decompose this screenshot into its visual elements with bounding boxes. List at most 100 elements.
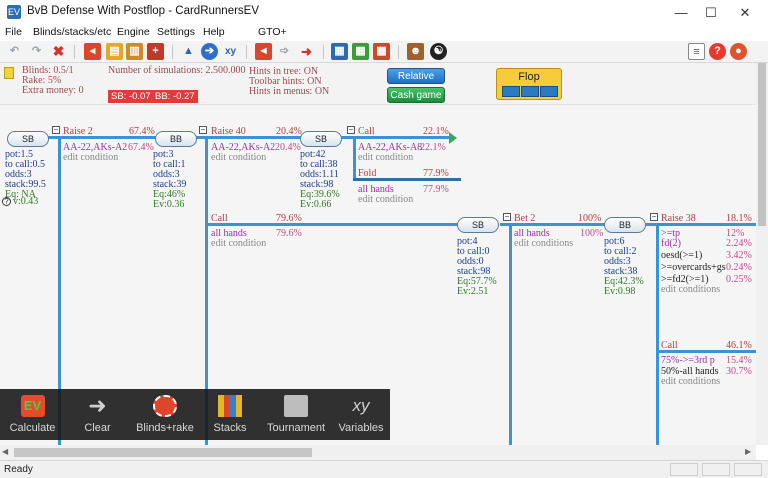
vertical-scroll-thumb[interactable]: [758, 63, 766, 226]
sb-ev-badge: SB: -0.07: [108, 90, 154, 103]
menu-blinds[interactable]: Blinds/stacks/etc: [33, 26, 111, 38]
tree-node-bb[interactable]: BB: [155, 131, 197, 147]
matrix-icon[interactable]: ▦: [373, 43, 390, 60]
minimize-button[interactable]: —: [664, 0, 698, 25]
variables-button[interactable]: xy Variables: [332, 389, 390, 440]
horizontal-scroll-thumb[interactable]: [14, 448, 312, 457]
arrow-icon: ➜: [88, 393, 107, 418]
calculate-button[interactable]: EV Calculate: [0, 389, 65, 440]
undo-icon[interactable]: ↶: [6, 43, 23, 60]
redo-icon[interactable]: ↷: [28, 43, 45, 60]
edit-conditions-link[interactable]: edit conditions: [661, 285, 720, 295]
extra-money-text[interactable]: Extra money: 0: [22, 85, 84, 97]
action-percent: 20.4%: [276, 126, 302, 137]
chart-icon[interactable]: ▲: [180, 43, 197, 60]
edit-condition-link[interactable]: edit condition: [211, 239, 266, 249]
collapse-toggle[interactable]: −: [199, 126, 207, 134]
bb-ev-badge: BB: -0.27: [152, 90, 198, 103]
yin-yang-icon[interactable]: ☯: [430, 43, 447, 60]
condition-percent: 0.24%: [726, 262, 752, 273]
action-percent: 22.1%: [423, 126, 449, 137]
hints-menus[interactable]: Hints in menus: ON: [249, 86, 329, 98]
range-icon[interactable]: ▦: [331, 43, 348, 60]
next-icon[interactable]: ➜: [298, 43, 315, 60]
collapse-toggle[interactable]: −: [52, 126, 60, 134]
go-icon[interactable]: ➔: [201, 43, 218, 60]
node-left-icon[interactable]: ◂: [84, 43, 101, 60]
people-icon[interactable]: ☻: [407, 43, 424, 60]
edit-condition-link[interactable]: edit condition: [211, 153, 266, 163]
gto-icon[interactable]: ●: [730, 43, 747, 60]
flop-card-slot[interactable]: [540, 86, 558, 97]
expand-arrow-icon[interactable]: [449, 132, 457, 144]
cash-game-button[interactable]: Cash game: [387, 87, 445, 103]
tree-node-sb[interactable]: SB: [7, 131, 49, 147]
maximize-button[interactable]: ☐: [694, 0, 728, 25]
paste-icon[interactable]: ▥: [126, 43, 143, 60]
tournament-icon: [284, 395, 308, 417]
edit-condition-link[interactable]: edit condition: [358, 153, 413, 163]
menu-file[interactable]: File: [5, 26, 22, 38]
collapse-toggle[interactable]: −: [503, 213, 511, 221]
scroll-left-icon[interactable]: ◀: [2, 447, 8, 456]
blinds-rake-button[interactable]: Blinds+rake: [130, 389, 200, 440]
action-label[interactable]: Raise 38: [661, 214, 696, 224]
tree-node-bb[interactable]: BB: [604, 217, 646, 233]
collapse-toggle[interactable]: −: [347, 126, 355, 134]
edit-condition-link[interactable]: edit condition: [63, 153, 118, 163]
range-percent: 100%: [580, 228, 604, 239]
close-button[interactable]: ✕: [728, 0, 762, 25]
prev-icon[interactable]: ◄: [255, 43, 272, 60]
action-percent: 77.9%: [423, 168, 449, 179]
menu-settings[interactable]: Settings: [157, 26, 195, 38]
hand-condition[interactable]: >=overcards+gs: [661, 263, 726, 273]
range-percent: 77.9%: [423, 184, 449, 195]
stacks-button[interactable]: Stacks: [200, 389, 260, 440]
relative-button[interactable]: Relative: [387, 68, 445, 84]
hand-condition[interactable]: oesd(>=1): [661, 251, 702, 261]
action-label[interactable]: Call: [211, 214, 228, 224]
status-panel: [702, 463, 730, 476]
condition-percent: 15.4%: [726, 355, 752, 366]
help-icon[interactable]: ?: [709, 43, 726, 60]
tree-node-sb[interactable]: SB: [300, 131, 342, 147]
next-gray-icon[interactable]: ➩: [276, 43, 293, 60]
variables-label: Variables: [338, 422, 384, 434]
menu-engine[interactable]: Engine: [117, 26, 150, 38]
menu-gto[interactable]: GTO+: [258, 26, 287, 38]
action-label[interactable]: Fold: [358, 169, 376, 179]
node-ev: Ev:0.36: [153, 199, 185, 210]
hand-condition[interactable]: fd(2): [661, 239, 681, 249]
edit-condition-link[interactable]: edit condition: [358, 195, 413, 205]
node-ev: Ev:0.98: [604, 286, 636, 297]
simulations-text[interactable]: Number of simulations: 2.500.000: [108, 65, 246, 77]
action-label[interactable]: Call: [661, 341, 678, 351]
edit-conditions-link[interactable]: edit conditions: [661, 377, 720, 387]
xy-tool-icon[interactable]: xy: [222, 43, 239, 60]
node-copy-icon[interactable]: ▤: [106, 43, 123, 60]
tree-node-sb[interactable]: SB: [457, 217, 499, 233]
hand-condition[interactable]: 75%->=3rd p: [661, 356, 715, 366]
edit-condition-link[interactable]: edit conditions: [514, 239, 573, 249]
grid-icon[interactable]: ▦: [352, 43, 369, 60]
flop-card-slot[interactable]: [502, 86, 520, 97]
delete-icon[interactable]: ✖: [50, 43, 67, 60]
chip-icon: [153, 395, 177, 417]
flop-card-slot[interactable]: [521, 86, 539, 97]
tournament-button[interactable]: Tournament: [260, 389, 332, 440]
flop-button[interactable]: Flop: [496, 68, 562, 100]
action-label[interactable]: Raise 40: [211, 127, 246, 137]
node-add-icon[interactable]: +: [147, 43, 164, 60]
node-ev: Ev:2.51: [457, 286, 489, 297]
action-label[interactable]: Call: [358, 127, 375, 137]
action-label[interactable]: Raise 2: [63, 127, 93, 137]
help-circle-icon[interactable]: ?: [2, 197, 11, 206]
tournament-label: Tournament: [266, 422, 326, 434]
document-icon[interactable]: ≡: [688, 43, 705, 60]
info-bar: Blinds: 0.5/1 Rake: 5% Extra money: 0 Nu…: [0, 63, 768, 105]
menu-help[interactable]: Help: [203, 26, 225, 38]
clear-button[interactable]: ➜ Clear: [65, 389, 130, 440]
collapse-toggle[interactable]: −: [650, 213, 658, 221]
action-label[interactable]: Bet 2: [514, 214, 535, 224]
scroll-right-icon[interactable]: ▶: [745, 447, 751, 456]
